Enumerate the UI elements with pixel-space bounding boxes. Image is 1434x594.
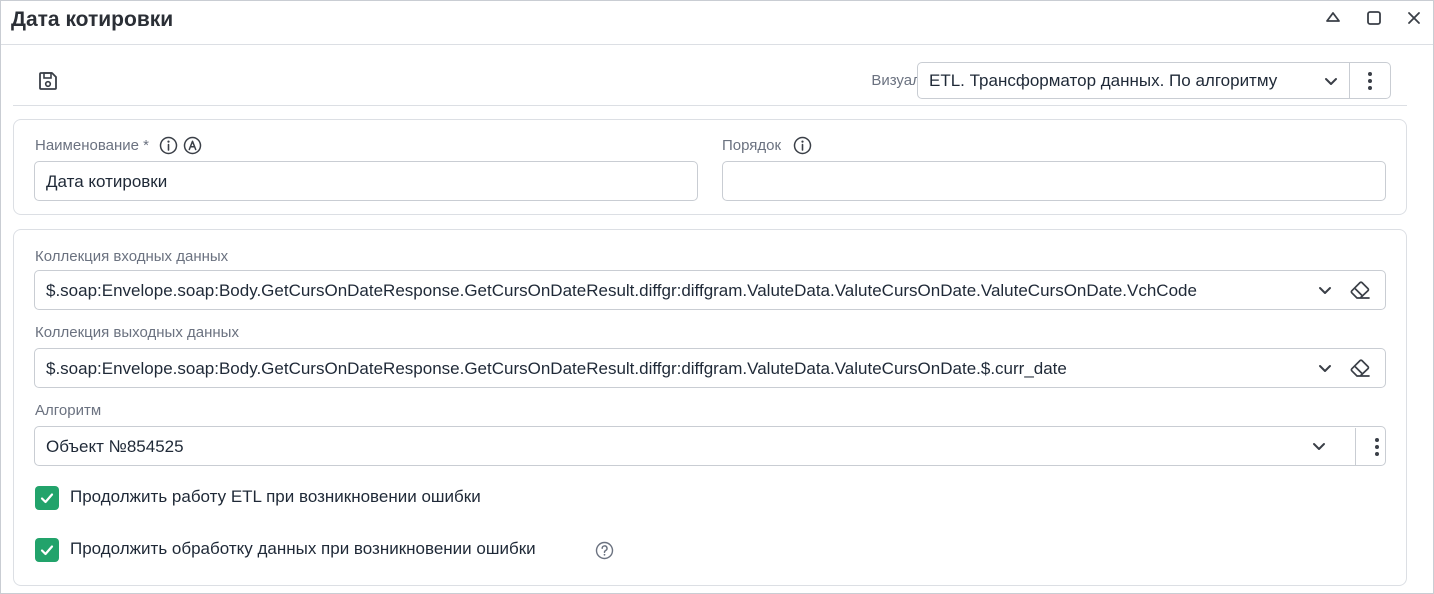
chevron-down-icon <box>1325 78 1337 85</box>
check-icon <box>40 493 54 504</box>
save-button[interactable] <box>35 68 61 94</box>
general-panel: Наименование * Дата котировки Порядок <box>13 119 1407 215</box>
continue-etl-label[interactable]: Продолжить работу ETL при возникновении … <box>70 487 481 507</box>
question-icon[interactable] <box>595 541 614 560</box>
algorithm-select[interactable]: Объект №854525 <box>34 426 1386 466</box>
settings-panel: Коллекция входных данных $.soap:Envelope… <box>13 229 1407 586</box>
output-collection-select[interactable]: $.soap:Envelope.soap:Body.GetCursOnDateR… <box>34 348 1386 388</box>
collapse-button[interactable] <box>1320 5 1346 31</box>
visual-select-value: ETL. Трансформатор данных. По алгоритму <box>929 71 1278 90</box>
floppy-disk-icon <box>39 72 57 90</box>
algorithm-menu-button[interactable] <box>1355 428 1397 466</box>
name-field-label: Наименование * <box>35 136 202 155</box>
output-collection-value: $.soap:Envelope.soap:Body.GetCursOnDateR… <box>46 359 1067 378</box>
eject-icon <box>1326 12 1340 22</box>
chevron-down-icon[interactable] <box>1317 360 1333 376</box>
name-label-text: Наименование * <box>35 137 149 154</box>
input-collection-value: $.soap:Envelope.soap:Body.GetCursOnDateR… <box>46 281 1197 300</box>
continue-etl-checkbox[interactable] <box>35 486 59 510</box>
window-title: Дата котировки <box>11 8 174 31</box>
maximize-button[interactable] <box>1361 5 1387 31</box>
name-input[interactable]: Дата котировки <box>34 161 698 201</box>
toolbar: Визуал: ETL. Трансформатор данных. По ал… <box>13 58 1407 106</box>
order-field-label: Порядок <box>722 136 812 155</box>
close-icon <box>1408 12 1420 24</box>
dialog-window: Дата котировки Визуал: ETL. Трансформато… <box>0 0 1434 594</box>
vertical-dots-icon <box>1374 438 1379 456</box>
eraser-icon[interactable] <box>1349 280 1371 300</box>
square-icon <box>1367 11 1381 25</box>
output-collection-label: Коллекция выходных данных <box>35 324 239 341</box>
info-icon[interactable] <box>793 136 812 155</box>
eraser-icon[interactable] <box>1349 358 1371 378</box>
order-input[interactable] <box>722 161 1386 201</box>
order-label-text: Порядок <box>722 137 782 154</box>
name-input-value: Дата котировки <box>46 172 168 191</box>
letter-a-icon[interactable] <box>183 136 202 155</box>
vertical-dots-icon <box>1368 71 1372 90</box>
visual-select[interactable]: ETL. Трансформатор данных. По алгоритму <box>917 62 1350 99</box>
continue-processing-label[interactable]: Продолжить обработку данных при возникно… <box>70 539 536 559</box>
visual-menu-button[interactable] <box>1350 62 1391 99</box>
algorithm-value: Объект №854525 <box>46 437 184 456</box>
info-icon[interactable] <box>159 136 178 155</box>
input-collection-select[interactable]: $.soap:Envelope.soap:Body.GetCursOnDateR… <box>34 270 1386 310</box>
continue-processing-checkbox[interactable] <box>35 538 59 562</box>
input-collection-label: Коллекция входных данных <box>35 248 229 265</box>
close-button[interactable] <box>1401 5 1427 31</box>
chevron-down-icon[interactable] <box>1311 438 1327 454</box>
chevron-down-icon[interactable] <box>1317 282 1333 298</box>
check-icon <box>40 545 54 556</box>
algorithm-label: Алгоритм <box>35 402 102 419</box>
title-bar: Дата котировки <box>1 1 1433 45</box>
